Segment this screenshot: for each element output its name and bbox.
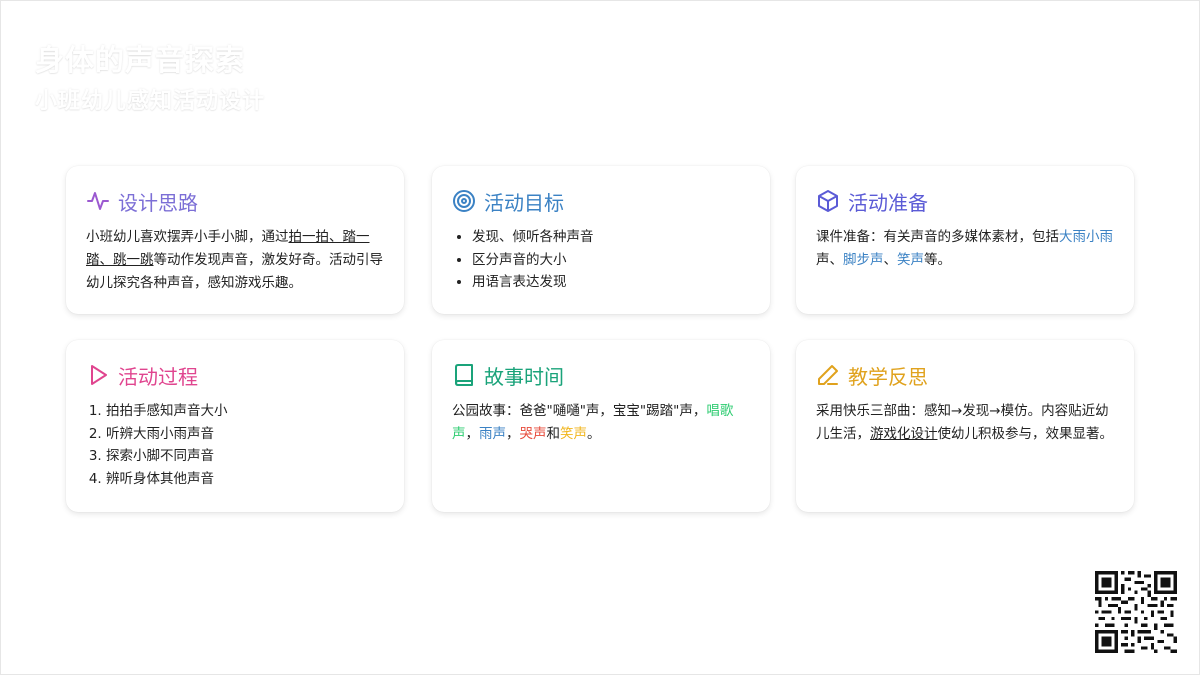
highlight-rain: 雨声 [479,426,506,442]
card-text: 公园故事：爸爸"嗵嗵"声，宝宝"踢踏"声，唱歌声，雨声，哭声和笑声。 [452,403,734,442]
card-text: 课件准备：有关声音的多媒体素材，包括大雨小雨声、脚步声、笑声等。 [816,229,1113,268]
play-icon [91,365,107,385]
highlight-sound: 大雨小雨 [1059,229,1113,245]
list-item: 听辨大雨小雨声音 [106,423,384,446]
process-list: 拍拍手感知声音大小 听辨大雨小雨声音 探索小脚不同声音 辨听身体其他声音 [86,400,384,490]
list-item: 区分声音的大小 [472,249,750,272]
card-title: 设计思路 [118,190,198,215]
qr-code-icon [1095,571,1177,653]
underlined-phrase: 游戏化设计 [870,426,938,442]
page-subtitle: 小班幼儿感知活动设计 [35,89,266,114]
book-icon [455,364,473,386]
highlight-crying: 哭声 [519,426,547,442]
target-icon [453,190,475,212]
card-activity-prep: 活动准备 课件准备：有关声音的多媒体素材，包括大雨小雨声、脚步声、笑声等。 [796,166,1134,314]
card-text: 小班幼儿喜欢摆弄小手小脚，通过拍一拍、踏一踏、跳一跳等动作发现声音，激发好奇。活… [86,229,383,291]
highlight-laughing: 笑声 [560,426,587,442]
card-text: 采用快乐三部曲：感知→发现→模仿。内容贴近幼儿生活，游戏化设计使幼儿积极参与，效… [816,403,1113,442]
slide: 身体的声音探索 小班幼儿感知活动设计 设计思路 小班幼儿喜欢摆弄小手小脚，通过拍… [0,0,1200,675]
card-teaching-reflection: 教学反思 采用快乐三部曲：感知→发现→模仿。内容贴近幼儿生活，游戏化设计使幼儿积… [796,340,1134,512]
list-item: 用语言表达发现 [472,271,750,294]
card-story-time: 故事时间 公园故事：爸爸"嗵嗵"声，宝宝"踢踏"声，唱歌声，雨声，哭声和笑声。 [432,340,770,512]
page-title: 身体的声音探索 [35,43,246,77]
card-activity-process: 活动过程 拍拍手感知声音大小 听辨大雨小雨声音 探索小脚不同声音 辨听身体其他声… [66,340,404,512]
card-title: 活动过程 [118,364,198,389]
cube-icon [818,190,838,212]
highlight-sound: 脚步声 [843,252,884,268]
activity-icon [87,192,109,210]
list-item: 拍拍手感知声音大小 [106,400,384,423]
card-title: 活动准备 [848,190,928,215]
pencil-icon [818,365,838,385]
list-item: 辨听身体其他声音 [106,468,384,491]
goal-list: 发现、倾听各种声音 区分声音的大小 用语言表达发现 [452,226,750,294]
card-activity-goals: 活动目标 发现、倾听各种声音 区分声音的大小 用语言表达发现 [432,166,770,314]
card-title: 故事时间 [484,364,564,389]
list-item: 发现、倾听各种声音 [472,226,750,249]
card-title: 教学反思 [848,364,928,389]
card-design-idea: 设计思路 小班幼儿喜欢摆弄小手小脚，通过拍一拍、踏一踏、跳一跳等动作发现声音，激… [66,166,404,314]
card-title: 活动目标 [484,190,564,215]
list-item: 探索小脚不同声音 [106,445,384,468]
highlight-sound: 笑声 [897,252,924,268]
